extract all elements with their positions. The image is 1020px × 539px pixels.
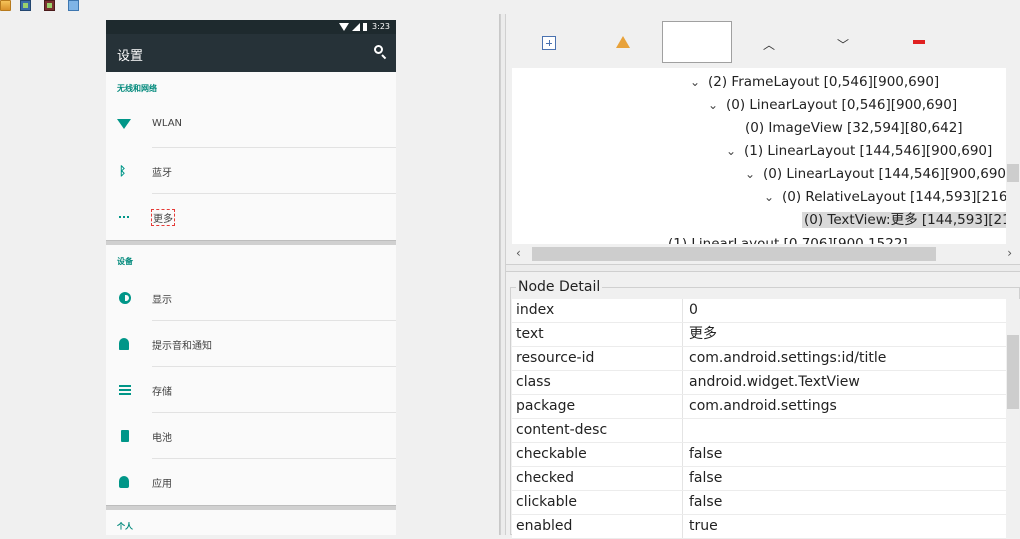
tree-node-selected[interactable]: (0) TextView:更多 [144,593][216,643]	[802, 209, 1020, 232]
detail-row[interactable]: resource-id com.android.settings:id/title	[512, 347, 1006, 371]
chevron-left-icon[interactable]: ‹	[516, 246, 521, 260]
detail-row[interactable]: text 更多	[512, 323, 1006, 347]
settings-item-label: 提示音和通知	[152, 341, 212, 352]
detail-row[interactable]: checkable false	[512, 443, 1006, 467]
settings-item-label: WLAN	[152, 118, 183, 129]
detail-row[interactable]: checked false	[512, 467, 1006, 491]
settings-app-bar: 设置	[106, 34, 396, 72]
tree-node[interactable]: ⌄ (2) FrameLayout [0,546][900,690]	[690, 71, 939, 94]
settings-item-label: 电池	[152, 433, 172, 444]
app-toolbar	[0, 0, 1020, 14]
detail-row[interactable]: content-desc	[512, 419, 1006, 443]
detail-row[interactable]: clickable false	[512, 491, 1006, 515]
status-bar: 3:23	[106, 20, 396, 34]
tree-node[interactable]: ⌄ (0) RelativeLayout [144,593][216,643]	[764, 186, 1020, 209]
notification-icon	[119, 338, 129, 350]
settings-item-apps[interactable]: 应用	[106, 459, 396, 505]
settings-item-more[interactable]: 更多	[106, 194, 396, 240]
node-detail-table: index 0 text 更多 resource-id com.android.set…	[512, 299, 1006, 539]
status-time: 3:23	[372, 22, 390, 31]
expand-all-icon[interactable]	[542, 36, 556, 50]
apps-icon	[119, 476, 129, 488]
delete-node-icon[interactable]	[913, 40, 925, 44]
wifi-icon	[117, 119, 131, 129]
display-icon	[119, 292, 131, 304]
section-header: 个人	[117, 522, 133, 531]
settings-item-storage[interactable]: 存储	[106, 367, 396, 413]
settings-item-bluetooth[interactable]: ᛒ 蓝牙	[106, 148, 396, 194]
device-screenshot-icon[interactable]	[20, 0, 31, 11]
scrollbar-thumb[interactable]	[1007, 164, 1019, 182]
chevron-down-icon[interactable]: ﹀	[837, 36, 851, 52]
settings-item-label: 存储	[152, 387, 172, 398]
section-device: 设备 显示 提示音和通知 存储 电池 应用	[106, 245, 396, 505]
settings-item-notifications[interactable]: 提示音和通知	[106, 321, 396, 367]
tree-vertical-scrollbar[interactable]	[1006, 68, 1020, 244]
chevron-down-icon[interactable]: ⌄	[690, 71, 708, 94]
detail-row[interactable]: enabled true	[512, 515, 1006, 539]
detail-row[interactable]: package com.android.settings	[512, 395, 1006, 419]
section-header: 设备	[117, 257, 133, 266]
tree-node[interactable]: ⌄ (1) LinearLayout [144,546][900,690]	[726, 140, 992, 163]
section-personal: 个人	[106, 510, 396, 535]
chevron-down-icon[interactable]: ⌄	[764, 186, 782, 209]
chevron-up-icon[interactable]: ︿	[763, 36, 777, 52]
chevron-down-icon[interactable]: ⌄	[708, 94, 726, 117]
hierarchy-tree[interactable]: ⌄ (2) FrameLayout [0,546][900,690] ⌄ (0) L…	[512, 68, 1020, 264]
node-detail-title: Node Detail	[516, 279, 603, 295]
settings-item-battery[interactable]: 电池	[106, 413, 396, 459]
settings-item-wlan[interactable]: WLAN	[106, 102, 396, 148]
device-screenshot-compressed-icon[interactable]	[44, 0, 55, 11]
scrollbar-thumb[interactable]	[532, 247, 936, 261]
node-detail-panel: Node Detail index 0 text 更多 resource-id com…	[510, 277, 1020, 539]
settings-item-label: 应用	[152, 479, 172, 490]
open-icon[interactable]	[0, 0, 11, 11]
cell-signal-icon	[352, 22, 361, 31]
scrollbar-thumb[interactable]	[1007, 335, 1019, 409]
inspector-pane: ︿ ﹀ ⌄ (2) FrameLayout [0,546][900,690] ⌄(…	[506, 14, 1020, 539]
detail-row[interactable]: index 0	[512, 299, 1006, 323]
chevron-down-icon[interactable]: ⌄	[745, 163, 763, 186]
section-wireless: 无线和网络 WLAN ᛒ 蓝牙 更多	[106, 72, 396, 240]
section-header: 无线和网络	[117, 84, 157, 93]
detail-row[interactable]: class android.widget.TextView	[512, 371, 1006, 395]
device-screen[interactable]: 3:23 设置 无线和网络 WLAN ᛒ 蓝牙 更多 设备 显示 提示音和通知 …	[106, 20, 396, 535]
horizontal-splitter[interactable]	[506, 264, 1020, 272]
tree-node[interactable]: ⌄ (0) LinearLayout [0,546][900,690]	[708, 94, 957, 117]
wifi-signal-icon	[339, 22, 350, 31]
save-icon[interactable]	[68, 0, 79, 11]
warning-icon[interactable]	[616, 36, 630, 48]
storage-icon	[119, 385, 131, 397]
tree-node[interactable]: (0) ImageView [32,594][80,642]	[745, 117, 963, 140]
settings-item-label-selected: 更多	[151, 209, 175, 226]
chevron-right-icon[interactable]: ›	[1007, 246, 1012, 260]
filter-field[interactable]	[662, 21, 732, 63]
tree-node[interactable]: ⌄ (0) LinearLayout [144,546][900,690]	[745, 163, 1011, 186]
settings-item-label: 蓝牙	[152, 168, 172, 179]
battery-status-icon	[363, 22, 368, 31]
battery-icon	[121, 430, 129, 442]
page-title: 设置	[117, 49, 144, 64]
chevron-down-icon[interactable]: ⌄	[726, 140, 744, 163]
settings-item-display[interactable]: 显示	[106, 275, 396, 321]
tree-horizontal-scrollbar[interactable]: ‹ ›	[512, 244, 1020, 264]
search-icon[interactable]	[373, 45, 387, 60]
screenshot-pane: 3:23 设置 无线和网络 WLAN ᛒ 蓝牙 更多 设备 显示 提示音和通知 …	[0, 14, 500, 535]
bluetooth-icon: ᛒ	[119, 164, 127, 178]
settings-item-label: 显示	[152, 295, 172, 306]
tree-toolbar: ︿ ﹀	[506, 14, 1020, 68]
detail-vertical-scrollbar[interactable]	[1006, 299, 1020, 535]
more-icon	[119, 216, 131, 228]
